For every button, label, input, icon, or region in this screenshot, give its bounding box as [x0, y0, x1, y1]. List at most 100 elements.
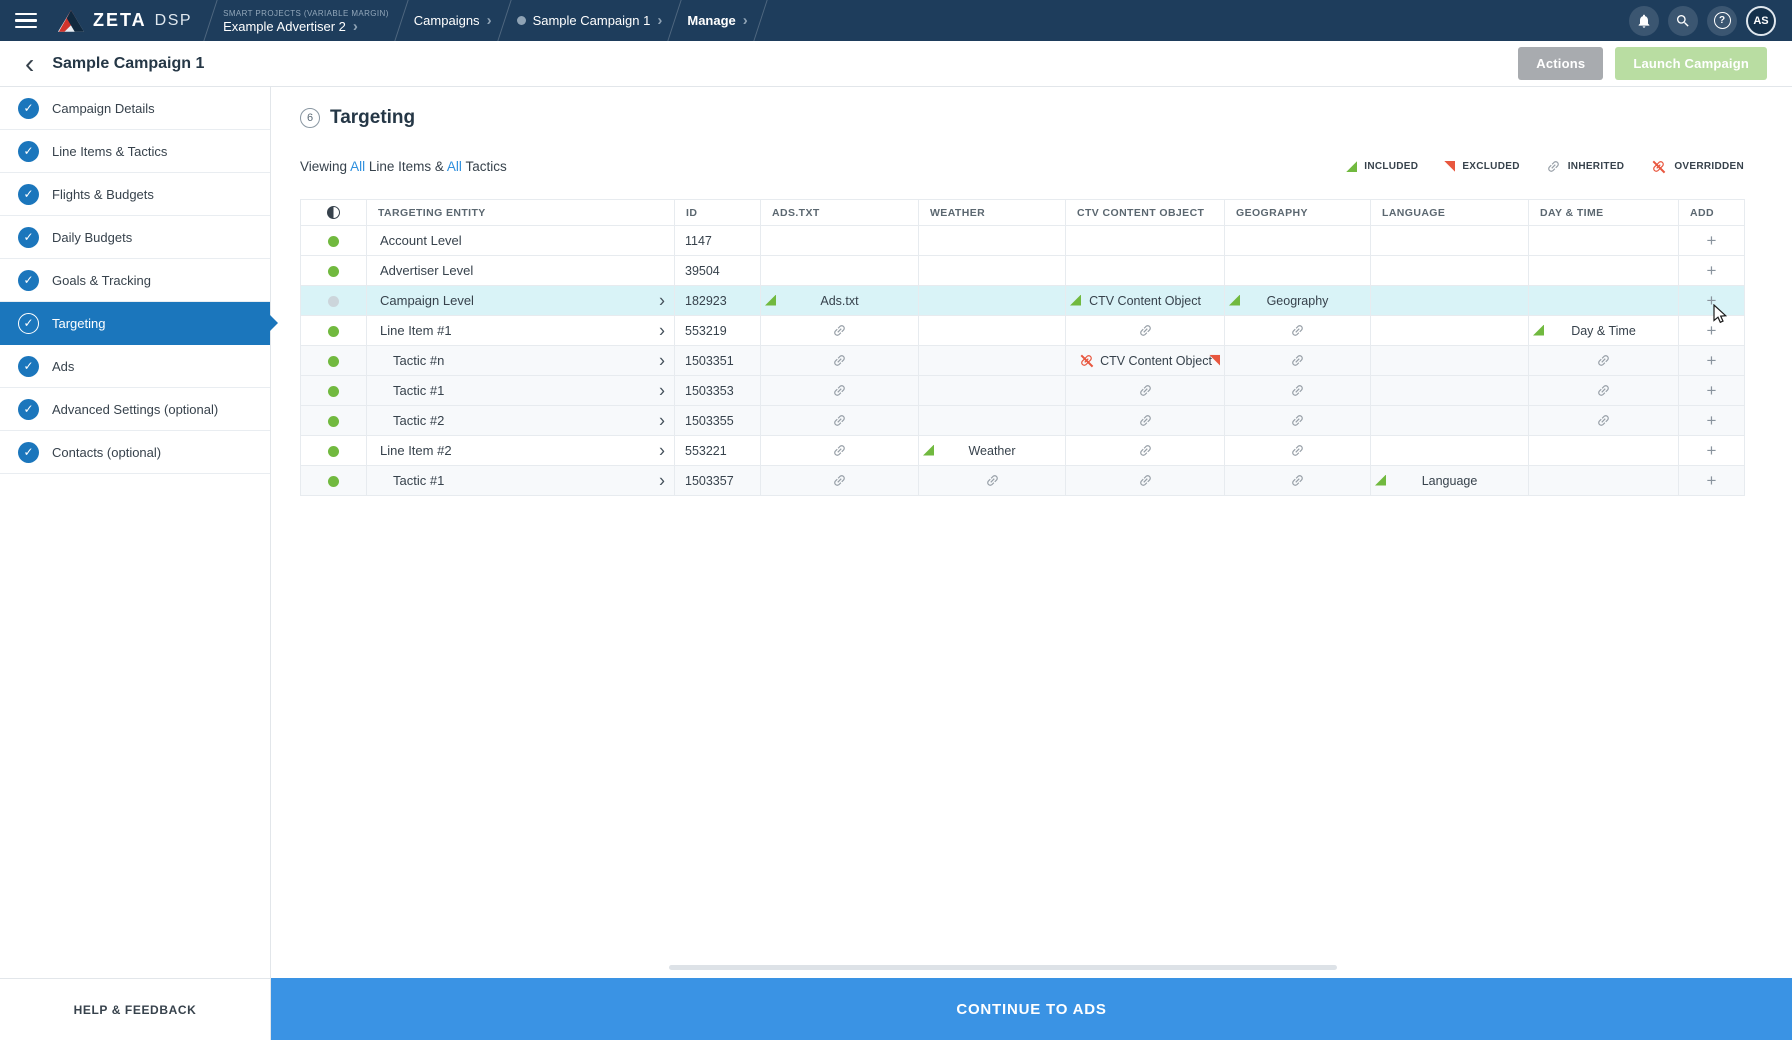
- expand-chevron-icon[interactable]: ›: [659, 411, 665, 429]
- targeting-cell-ctv[interactable]: [1066, 406, 1225, 436]
- add-targeting-button[interactable]: +: [1699, 230, 1725, 251]
- expand-chevron-icon[interactable]: ›: [659, 291, 665, 309]
- targeting-cell-ctv[interactable]: [1066, 436, 1225, 466]
- targeting-cell-language: [1371, 346, 1529, 376]
- targeting-cell-geography: [1225, 226, 1371, 256]
- targeting-cell-day-time[interactable]: Day & Time: [1529, 316, 1679, 346]
- add-targeting-button[interactable]: +: [1699, 410, 1725, 431]
- breadcrumb-item-example-advertiser-2[interactable]: SMART PROJECTS (VARIABLE MARGIN)Example …: [211, 0, 401, 41]
- continue-to-ads-button[interactable]: CONTINUE TO ADS: [271, 978, 1792, 1040]
- targeting-cell-geography[interactable]: [1225, 466, 1371, 496]
- entity-label: Line Item #2: [380, 443, 452, 458]
- targeting-cell-ads-txt[interactable]: Ads.txt: [761, 286, 919, 316]
- add-targeting-button[interactable]: +: [1699, 380, 1725, 401]
- targeting-cell-ads-txt[interactable]: [761, 436, 919, 466]
- table-row[interactable]: Tactic #2›1503355+: [301, 406, 1745, 436]
- targeting-cell-ads-txt[interactable]: [761, 406, 919, 436]
- contrast-toggle-icon[interactable]: [327, 206, 340, 219]
- all-line-items-link[interactable]: All: [350, 159, 365, 174]
- inherited-link-icon: [829, 410, 850, 431]
- sidebar-item-line-items-tactics[interactable]: ✓Line Items & Tactics: [0, 130, 270, 173]
- targeting-cell-weather[interactable]: Weather: [919, 436, 1066, 466]
- brand-logo[interactable]: ZETA DSP: [57, 9, 192, 33]
- targeting-cell-geography[interactable]: [1225, 436, 1371, 466]
- add-targeting-button[interactable]: +: [1699, 260, 1725, 281]
- table-row[interactable]: Tactic #1›1503357Language+: [301, 466, 1745, 496]
- legend-overridden: OVERRIDDEN: [1650, 158, 1744, 175]
- search-button[interactable]: [1668, 6, 1698, 36]
- horizontal-scrollbar[interactable]: [669, 965, 1337, 970]
- help-button[interactable]: ?: [1707, 6, 1737, 36]
- targeting-cell-ads-txt[interactable]: [761, 316, 919, 346]
- targeting-cell-geography[interactable]: [1225, 406, 1371, 436]
- add-targeting-button[interactable]: +: [1699, 440, 1725, 461]
- targeting-cell-ctv[interactable]: [1066, 466, 1225, 496]
- sidebar-item-label: Line Items & Tactics: [52, 144, 167, 159]
- breadcrumb-item-campaigns[interactable]: Campaigns›: [402, 0, 504, 41]
- targeting-cell-ads-txt[interactable]: [761, 346, 919, 376]
- targeting-cell-geography[interactable]: [1225, 316, 1371, 346]
- targeting-cell-ctv[interactable]: [1066, 316, 1225, 346]
- expand-chevron-icon[interactable]: ›: [659, 471, 665, 489]
- help-feedback-button[interactable]: HELP & FEEDBACK: [0, 978, 271, 1040]
- targeting-cell-ctv[interactable]: CTV Content Object: [1066, 346, 1225, 376]
- viewing-row: Viewing All Line Items & All Tactics INC…: [300, 158, 1744, 175]
- sidebar-item-goals-tracking[interactable]: ✓Goals & Tracking: [0, 259, 270, 302]
- table-row[interactable]: Advertiser Level39504+: [301, 256, 1745, 286]
- entity-label: Tactic #1: [393, 473, 444, 488]
- add-targeting-button[interactable]: +: [1699, 290, 1725, 311]
- sidebar-item-contacts-optional[interactable]: ✓Contacts (optional): [0, 431, 270, 474]
- targeting-cell-language[interactable]: Language: [1371, 466, 1529, 496]
- targeting-cell-ctv[interactable]: CTV Content Object: [1066, 286, 1225, 316]
- add-targeting-button[interactable]: +: [1699, 320, 1725, 341]
- targeting-cell-geography[interactable]: Geography: [1225, 286, 1371, 316]
- sidebar-item-ads[interactable]: ✓Ads: [0, 345, 270, 388]
- sidebar-item-targeting[interactable]: ✓Targeting: [0, 302, 270, 345]
- all-tactics-link[interactable]: All: [447, 159, 462, 174]
- breadcrumb-item-sample-campaign-1[interactable]: Sample Campaign 1›: [505, 0, 675, 41]
- menu-button[interactable]: [15, 13, 37, 29]
- inherited-link-icon: [1134, 440, 1155, 461]
- inherited-link-icon: [829, 320, 850, 341]
- launch-campaign-button[interactable]: Launch Campaign: [1615, 47, 1767, 80]
- legend-overridden-label: OVERRIDDEN: [1674, 161, 1744, 172]
- status-dot-icon: [328, 386, 339, 397]
- avatar[interactable]: AS: [1746, 6, 1776, 36]
- targeting-cell-day-time[interactable]: [1529, 346, 1679, 376]
- inherited-link-icon: [1593, 410, 1614, 431]
- add-targeting-button[interactable]: +: [1699, 470, 1725, 491]
- targeting-cell-day-time: [1529, 286, 1679, 316]
- breadcrumb-line: Campaigns›: [414, 13, 492, 28]
- sidebar-item-advanced-settings-optional[interactable]: ✓Advanced Settings (optional): [0, 388, 270, 431]
- expand-chevron-icon[interactable]: ›: [659, 441, 665, 459]
- table-row[interactable]: Campaign Level›182923Ads.txtCTV Content …: [301, 286, 1745, 316]
- brand-name: ZETA: [93, 10, 147, 31]
- expand-chevron-icon[interactable]: ›: [659, 381, 665, 399]
- sidebar-item-daily-budgets[interactable]: ✓Daily Budgets: [0, 216, 270, 259]
- sidebar-item-flights-budgets[interactable]: ✓Flights & Budgets: [0, 173, 270, 216]
- add-targeting-button[interactable]: +: [1699, 350, 1725, 371]
- expand-chevron-icon[interactable]: ›: [659, 351, 665, 369]
- targeting-cell-ads-txt[interactable]: [761, 376, 919, 406]
- targeting-cell-day-time[interactable]: [1529, 376, 1679, 406]
- targeting-cell-geography[interactable]: [1225, 346, 1371, 376]
- check-icon: ✓: [18, 356, 39, 377]
- targeting-cell-weather[interactable]: [919, 466, 1066, 496]
- notifications-button[interactable]: [1629, 6, 1659, 36]
- targeting-cell-ctv[interactable]: [1066, 376, 1225, 406]
- table-row[interactable]: Line Item #1›553219Day & Time+: [301, 316, 1745, 346]
- table-row[interactable]: Line Item #2›553221Weather+: [301, 436, 1745, 466]
- page-layout: ✓Campaign Details✓Line Items & Tactics✓F…: [0, 87, 1792, 978]
- table-row[interactable]: Tactic #n›1503351CTV Content Object+: [301, 346, 1745, 376]
- table-row[interactable]: Account Level1147+: [301, 226, 1745, 256]
- targeting-cell-ads-txt[interactable]: [761, 466, 919, 496]
- targeting-cell-day-time[interactable]: [1529, 406, 1679, 436]
- table-row[interactable]: Tactic #1›1503353+: [301, 376, 1745, 406]
- breadcrumb-item-manage[interactable]: Manage›: [675, 0, 759, 41]
- actions-button[interactable]: Actions: [1518, 47, 1603, 80]
- expand-chevron-icon[interactable]: ›: [659, 321, 665, 339]
- back-button[interactable]: ‹: [25, 53, 34, 75]
- targeting-cell-geography[interactable]: [1225, 376, 1371, 406]
- overridden-link-icon: [1078, 352, 1095, 369]
- sidebar-item-campaign-details[interactable]: ✓Campaign Details: [0, 87, 270, 130]
